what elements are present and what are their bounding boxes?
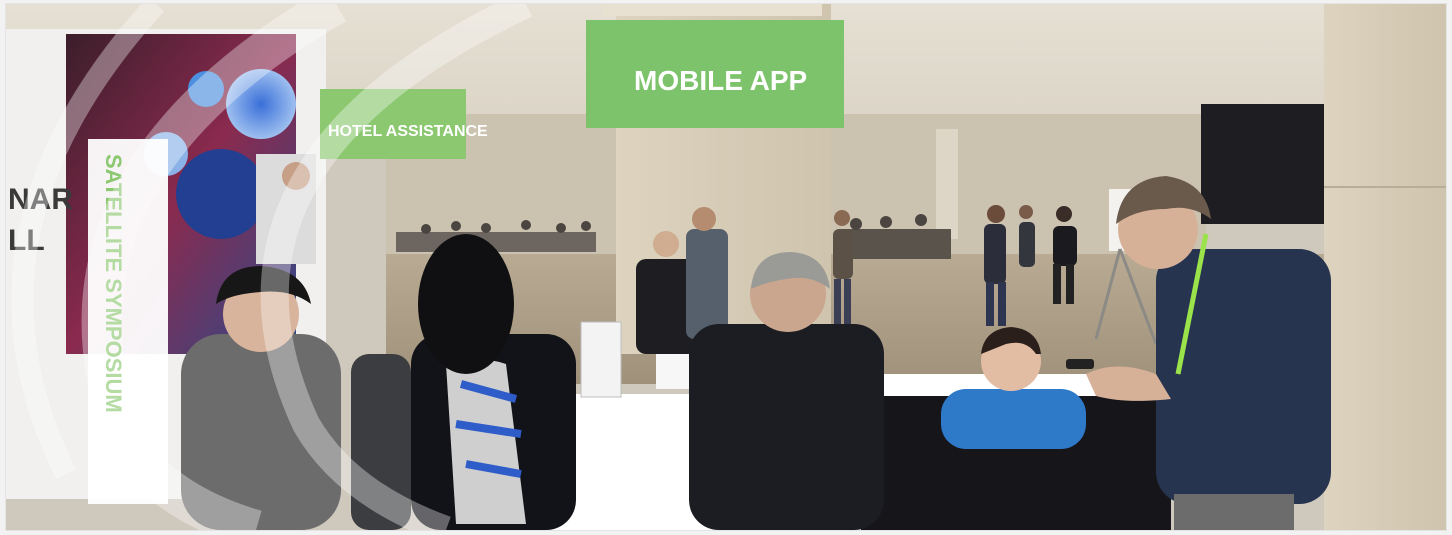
conference-registration-photo: NAR LL SATELLITE SYMPOSIUM HOTEL ASSISTA… (6, 4, 1446, 530)
photo-frame: NAR LL SATELLITE SYMPOSIUM HOTEL ASSISTA… (6, 4, 1446, 530)
mobile-app-sign: MOBILE APP (586, 20, 844, 128)
back-pillar (936, 129, 958, 239)
mobile-app-label: MOBILE APP (634, 65, 807, 96)
right-stone-pillar (1324, 4, 1446, 530)
